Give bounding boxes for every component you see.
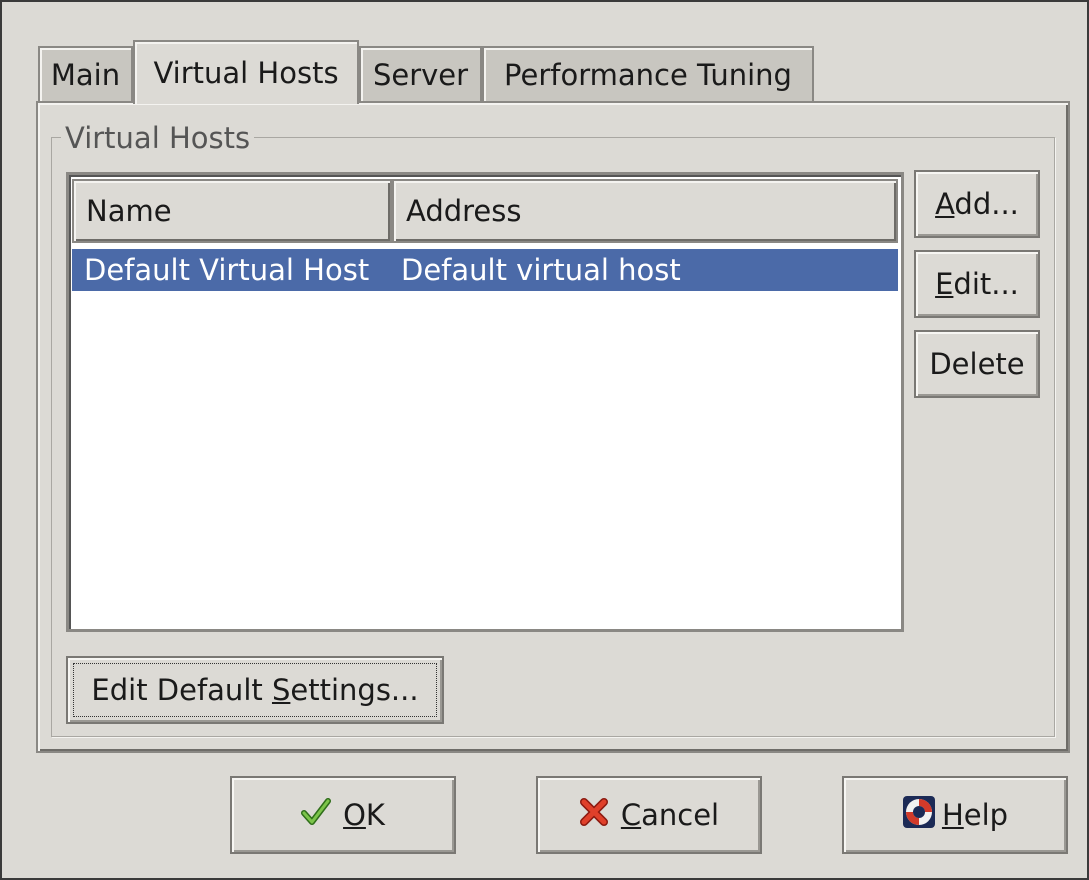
tab-main-label: Main (50, 57, 121, 92)
delete-button-label: Delete (929, 347, 1025, 381)
x-icon (579, 797, 609, 834)
row-address: Default virtual host (401, 253, 681, 287)
ok-button[interactable]: OK (230, 776, 456, 854)
edit-mnemonic: E (935, 267, 954, 301)
edit-default-before: Edit Default (91, 673, 272, 707)
add-button[interactable]: Add... (914, 170, 1040, 238)
edit-button[interactable]: Edit... (914, 250, 1040, 318)
tab-server[interactable]: Server (359, 46, 482, 101)
help-rest: elp (963, 798, 1009, 832)
tab-server-label: Server (372, 57, 469, 92)
virtual-hosts-list[interactable]: Name Address Default Virtual Host Defaul… (66, 172, 904, 632)
add-rest: dd... (954, 187, 1019, 221)
edit-default-settings-label: Edit Default Settings... (91, 673, 418, 707)
edit-button-label: Edit... (935, 267, 1019, 301)
edit-rest: dit... (953, 267, 1019, 301)
column-header-name[interactable]: Name (72, 179, 392, 243)
delete-button[interactable]: Delete (914, 330, 1040, 398)
list-item[interactable]: Default Virtual Host Default virtual hos… (72, 249, 898, 291)
ok-label: OK (343, 798, 385, 832)
ok-mnemonic: O (343, 798, 366, 832)
cancel-label: Cancel (621, 798, 719, 832)
column-header-name-label: Name (86, 194, 172, 228)
tab-performance-tuning[interactable]: Performance Tuning (482, 46, 814, 101)
help-button[interactable]: Help (842, 776, 1068, 854)
cancel-rest: ancel (641, 798, 720, 832)
cancel-button[interactable]: Cancel (536, 776, 762, 854)
ok-rest: K (365, 798, 385, 832)
edit-default-mnemonic: S (271, 673, 291, 707)
column-header-address[interactable]: Address (392, 179, 898, 243)
edit-default-settings-button[interactable]: Edit Default Settings... (66, 656, 444, 724)
group-title: Virtual Hosts (61, 121, 255, 155)
help-label: Help (942, 798, 1008, 832)
add-mnemonic: A (935, 187, 955, 221)
check-icon (301, 797, 332, 833)
tab-virtual-hosts-label: Virtual Hosts (153, 56, 339, 90)
tab-performance-tuning-label: Performance Tuning (504, 57, 792, 92)
help-mnemonic: H (941, 798, 964, 832)
tab-virtual-hosts[interactable]: Virtual Hosts (133, 40, 359, 104)
row-name: Default Virtual Host (84, 253, 370, 287)
add-button-label: Add... (935, 187, 1019, 221)
tab-main[interactable]: Main (38, 46, 133, 101)
cancel-mnemonic: C (620, 798, 642, 832)
lifebuoy-icon (902, 795, 936, 836)
column-header-address-label: Address (406, 194, 522, 228)
edit-default-after: ettings... (290, 673, 419, 707)
